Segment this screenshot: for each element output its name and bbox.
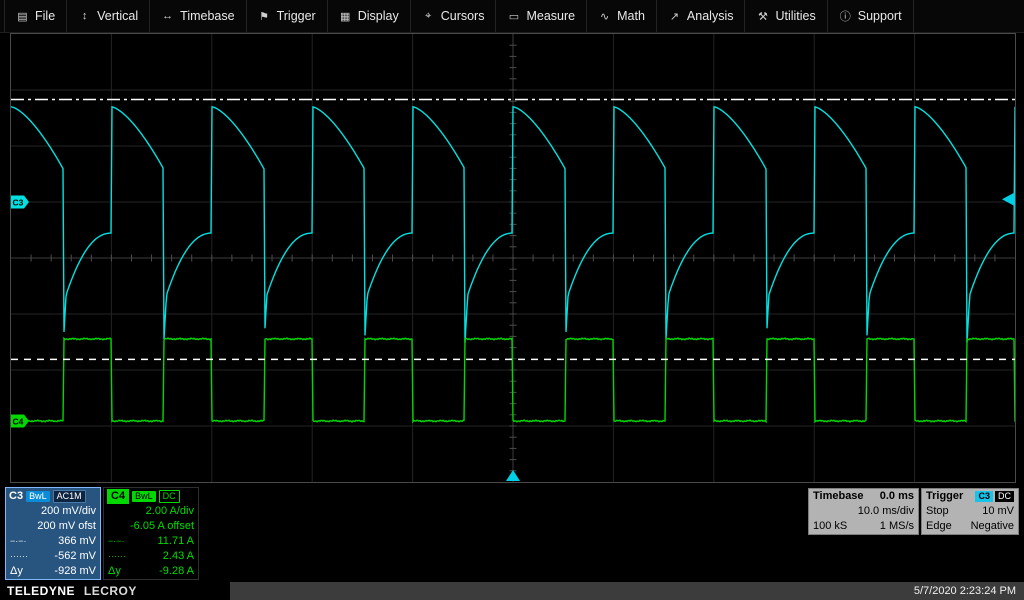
- menu-bar: ▤ File ↕ Vertical ↔ Timebase ⚑ Trigger ▦…: [0, 0, 1024, 33]
- menu-item-label: Measure: [526, 9, 575, 23]
- c4-descriptor-header: C4 BwL DC: [104, 488, 198, 504]
- c3-descriptor-box[interactable]: C3 BwL AC1M 200 mV/div 200 mV ofst −·−· …: [5, 487, 101, 580]
- file-icon: ▤: [16, 10, 29, 23]
- dotted-cursor-icon: ······: [108, 549, 126, 564]
- c4-delta-label: Δy: [108, 564, 121, 579]
- c3-delta-label: Δy: [10, 564, 23, 579]
- c4-delta-readout: -9.28 A: [159, 564, 194, 579]
- menu-item-label: Analysis: [687, 9, 734, 23]
- menu-item-trigger[interactable]: ⚑ Trigger: [247, 0, 328, 32]
- support-icon: ⓘ: [839, 8, 852, 24]
- dashdot-cursor-icon: −·−·: [108, 534, 125, 549]
- trigger-type: Edge: [926, 519, 952, 534]
- menu-item-label: Cursors: [441, 9, 485, 23]
- c4-cursor2-readout: 2.43 A: [163, 549, 194, 564]
- trigger-source-badge: C3: [975, 491, 993, 502]
- trigger-level: 10 mV: [982, 504, 1014, 519]
- timebase-samplerate: 1 MS/s: [880, 519, 914, 534]
- menu-item-utilities[interactable]: ⚒ Utilities: [745, 0, 827, 32]
- waveform-display: C3 C4: [11, 34, 1015, 482]
- timebase-position: 0.0 ms: [880, 489, 914, 504]
- c3-cursor1-readout: 366 mV: [58, 534, 96, 549]
- brand-lecroy: LECROY: [84, 584, 137, 598]
- c4-descriptor-box[interactable]: C4 BwL DC 2.00 A/div -6.05 A offset −·−·…: [103, 487, 199, 580]
- trigger-mode: Stop: [926, 504, 949, 519]
- menu-item-timebase[interactable]: ↔ Timebase: [150, 0, 246, 32]
- utilities-icon: ⚒: [756, 10, 769, 23]
- c3-delta-readout: -928 mV: [54, 564, 96, 579]
- dotted-cursor-icon: ······: [10, 549, 28, 564]
- c4-coupling-badge: DC: [159, 490, 180, 503]
- display-icon: ▦: [339, 10, 352, 23]
- timebase-icon: ↔: [161, 10, 174, 22]
- menu-item-label: Trigger: [277, 9, 316, 23]
- trigger-slope: Negative: [971, 519, 1014, 534]
- c4-label: C4: [107, 489, 129, 504]
- menu-item-math[interactable]: ∿ Math: [587, 0, 657, 32]
- timebase-panel[interactable]: Timebase 0.0 ms 10.0 ms/div 100 kS 1 MS/…: [808, 488, 919, 535]
- analysis-icon: ↗: [668, 10, 681, 23]
- trigger-panel[interactable]: Trigger C3 DC Stop 10 mV Edge Negative: [921, 488, 1019, 535]
- trigger-level-marker[interactable]: [1002, 192, 1015, 206]
- menu-item-label: Support: [858, 9, 902, 23]
- footer-bar: TELEDYNE LECROY 5/7/2020 2:23:24 PM: [0, 582, 1024, 600]
- c3-descriptor-header: C3 BwL AC1M: [6, 488, 100, 504]
- cursors-icon: ⌖: [422, 10, 435, 23]
- menu-item-analysis[interactable]: ↗ Analysis: [657, 0, 746, 32]
- menu-item-support[interactable]: ⓘ Support: [828, 0, 914, 32]
- c4-cursor1-readout: 11.71 A: [158, 534, 195, 549]
- menu-item-vertical[interactable]: ↕ Vertical: [67, 0, 150, 32]
- menu-item-label: Utilities: [775, 9, 815, 23]
- trigger-coupling-badge: DC: [995, 491, 1014, 502]
- c3-label: C3: [9, 489, 23, 504]
- menu-item-display[interactable]: ▦ Display: [328, 0, 411, 32]
- c4-zero-marker-label: C4: [13, 416, 24, 426]
- vertical-icon: ↕: [78, 10, 91, 22]
- timebase-samples: 100 kS: [813, 519, 847, 534]
- menu-item-cursors[interactable]: ⌖ Cursors: [411, 0, 497, 32]
- c3-zero-marker-label: C3: [13, 198, 24, 208]
- menu-item-label: Math: [617, 9, 645, 23]
- timebase-label: Timebase: [813, 489, 864, 504]
- timebase-scale: 10.0 ms/div: [858, 504, 914, 519]
- c4-scale-readout: 2.00 A/div: [104, 504, 198, 519]
- menu-item-label: Timebase: [180, 9, 234, 23]
- trigger-position-marker[interactable]: [506, 470, 520, 481]
- brand-teledyne: TELEDYNE: [7, 584, 75, 598]
- menu-item-measure[interactable]: ▭ Measure: [496, 0, 587, 32]
- menu-item-label: File: [35, 9, 55, 23]
- c3-bandwidth-badge: BwL: [26, 491, 50, 502]
- menu-item-file[interactable]: ▤ File: [4, 0, 67, 32]
- c3-scale-readout: 200 mV/div: [6, 504, 100, 519]
- datetime: 5/7/2020 2:23:24 PM: [914, 585, 1016, 597]
- trigger-label: Trigger: [926, 489, 963, 504]
- c4-bandwidth-badge: BwL: [132, 491, 156, 502]
- c3-offset-readout: 200 mV ofst: [6, 519, 100, 534]
- brand-logo: TELEDYNE LECROY: [7, 584, 137, 598]
- trigger-icon: ⚑: [258, 10, 271, 23]
- status-strip: 5/7/2020 2:23:24 PM: [230, 582, 1024, 600]
- c4-offset-readout: -6.05 A offset: [104, 519, 198, 534]
- c3-cursor2-readout: -562 mV: [54, 549, 96, 564]
- c3-coupling-badge: AC1M: [53, 490, 86, 503]
- dashdot-cursor-icon: −·−·: [10, 534, 27, 549]
- menu-item-label: Vertical: [97, 9, 138, 23]
- menu-item-label: Display: [358, 9, 399, 23]
- math-icon: ∿: [598, 10, 611, 23]
- waveform-grid: C3 C4: [10, 33, 1016, 483]
- measure-icon: ▭: [507, 10, 520, 23]
